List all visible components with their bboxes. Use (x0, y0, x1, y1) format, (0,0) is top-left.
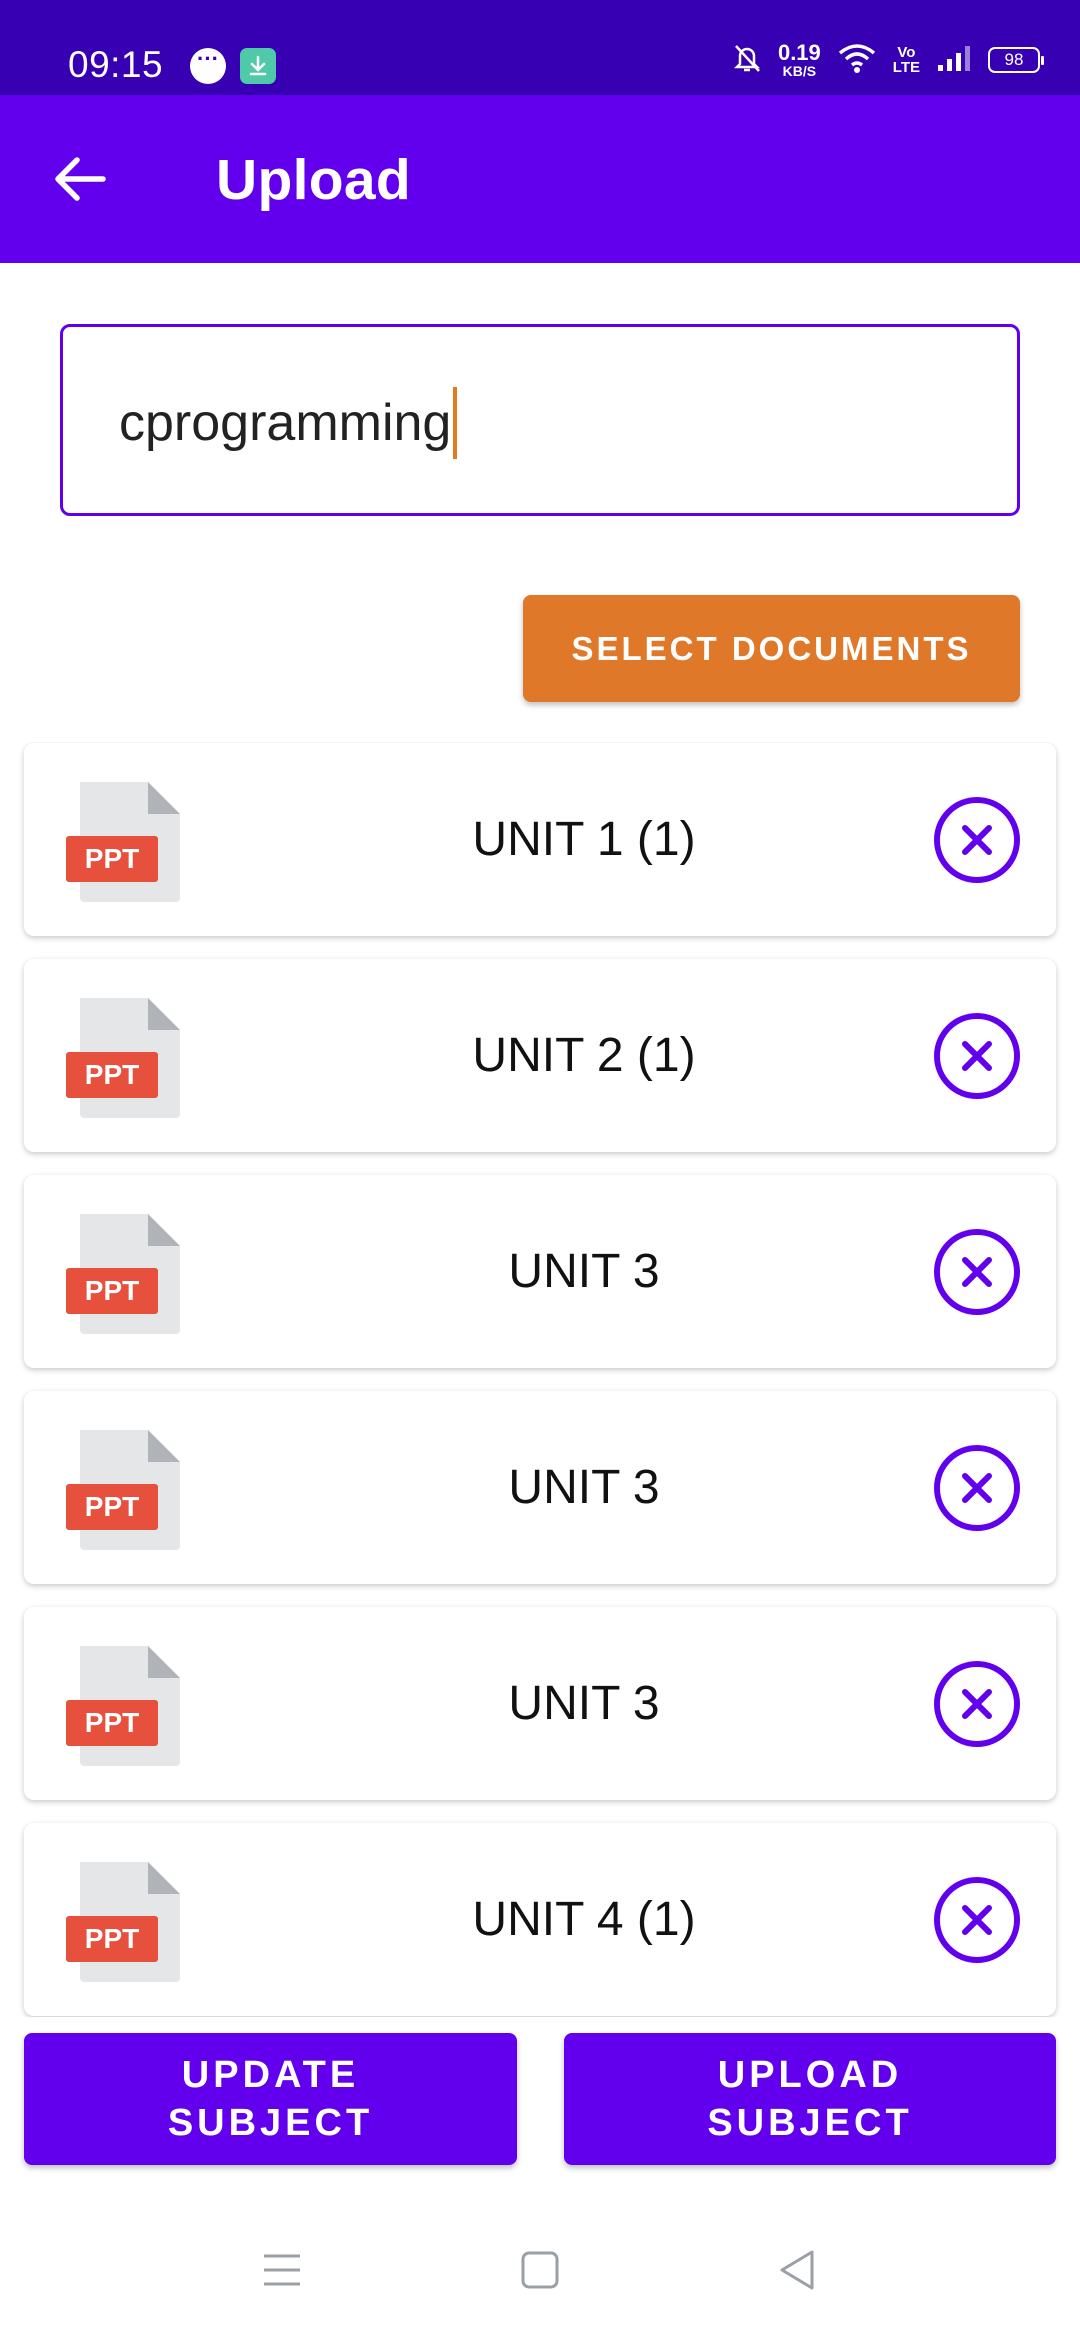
text-cursor (453, 387, 458, 459)
document-item: PPT UNIT 3 (24, 1175, 1056, 1368)
back-nav-button[interactable] (766, 2240, 826, 2300)
document-item: PPT UNIT 3 (24, 1607, 1056, 1800)
ppt-file-icon: PPT (66, 1860, 186, 1984)
triangle-back-icon (780, 2250, 814, 2290)
document-name: UNIT 3 (508, 1461, 660, 1514)
select-documents-button[interactable]: SELECT DOCUMENTS (523, 595, 1020, 702)
update-subject-label-line2: SUBJECT (167, 2102, 374, 2144)
download-notification-icon (240, 48, 276, 84)
remove-document-button[interactable] (934, 1445, 1020, 1531)
volte-top: Vo (897, 44, 916, 61)
network-speed-value: 0.19 (777, 40, 821, 65)
document-name: UNIT 2 (1) (472, 1029, 696, 1082)
menu-icon (264, 2254, 300, 2286)
close-icon (962, 1473, 992, 1503)
arrow-left-icon (55, 157, 106, 201)
subject-name-input[interactable]: cprogramming (60, 324, 1020, 516)
status-icons: 0.19 KB/S Vo LTE 98 (732, 40, 1044, 80)
close-icon (962, 1689, 992, 1719)
close-icon (962, 1257, 992, 1287)
ppt-badge-label: PPT (84, 1923, 140, 1954)
signal-icon (936, 43, 972, 78)
document-name: UNIT 1 (1) (472, 813, 696, 866)
page-title: Upload (216, 148, 411, 212)
app-toolbar: Upload (0, 95, 1080, 263)
upload-subject-label-line2: SUBJECT (707, 2102, 913, 2144)
remove-document-button[interactable] (934, 1229, 1020, 1315)
ppt-file-icon: PPT (66, 780, 186, 904)
upload-subject-label-line1: UPLOAD (717, 2054, 903, 2096)
document-item: PPT UNIT 3 (24, 1391, 1056, 1584)
network-speed: 0.19 KB/S (777, 40, 821, 79)
update-subject-button[interactable]: UPDATE SUBJECT (24, 2033, 517, 2165)
document-item: PPT UNIT 4 (1) (24, 1823, 1056, 2016)
ppt-badge-label: PPT (84, 1275, 140, 1306)
close-icon (962, 825, 992, 855)
volte-indicator: Vo LTE (893, 45, 920, 75)
status-bar: 09:15 0.19 KB/S Vo LTE 98 (0, 0, 1080, 95)
close-icon (962, 1905, 992, 1935)
remove-document-button[interactable] (934, 1877, 1020, 1963)
ppt-badge-label: PPT (84, 843, 140, 874)
document-item: PPT UNIT 1 (1) (24, 743, 1056, 936)
ppt-file-icon: PPT (66, 996, 186, 1120)
back-button[interactable] (40, 139, 120, 219)
battery-indicator: 98 (988, 47, 1044, 73)
network-speed-unit: KB/S (782, 63, 817, 79)
wifi-icon (837, 42, 877, 79)
status-time: 09:15 (68, 44, 164, 85)
menu-nav-button[interactable] (252, 2240, 312, 2300)
ppt-badge-label: PPT (84, 1491, 140, 1522)
remove-document-button[interactable] (934, 1013, 1020, 1099)
square-icon (521, 2251, 559, 2289)
volte-bottom: LTE (892, 59, 920, 76)
document-name: UNIT 3 (508, 1245, 660, 1298)
subject-name-value: cprogramming (119, 394, 452, 452)
remove-document-button[interactable] (934, 1661, 1020, 1747)
ppt-badge-label: PPT (84, 1707, 140, 1738)
ppt-file-icon: PPT (66, 1212, 186, 1336)
ppt-file-icon: PPT (66, 1428, 186, 1552)
mute-bell-icon (732, 42, 762, 79)
document-list[interactable]: PPT UNIT 1 (1) PPT UNIT 2 (1) PPT UNIT 3 (0, 742, 1080, 2017)
remove-document-button[interactable] (934, 797, 1020, 883)
upload-subject-button[interactable]: UPLOAD SUBJECT (564, 2033, 1056, 2165)
document-item: PPT UNIT 2 (1) (24, 959, 1056, 1152)
app-screen: 09:15 0.19 KB/S Vo LTE 98 (0, 0, 1080, 2340)
ppt-file-icon: PPT (66, 1644, 186, 1768)
home-nav-button[interactable] (510, 2240, 570, 2300)
chat-notification-icon (190, 46, 226, 84)
document-name: UNIT 4 (1) (472, 1893, 696, 1946)
ppt-badge-label: PPT (84, 1059, 140, 1090)
document-name: UNIT 3 (508, 1677, 660, 1730)
update-subject-label-line1: UPDATE (181, 2054, 360, 2096)
close-icon (962, 1041, 992, 1071)
system-nav-bar (0, 2200, 1080, 2340)
